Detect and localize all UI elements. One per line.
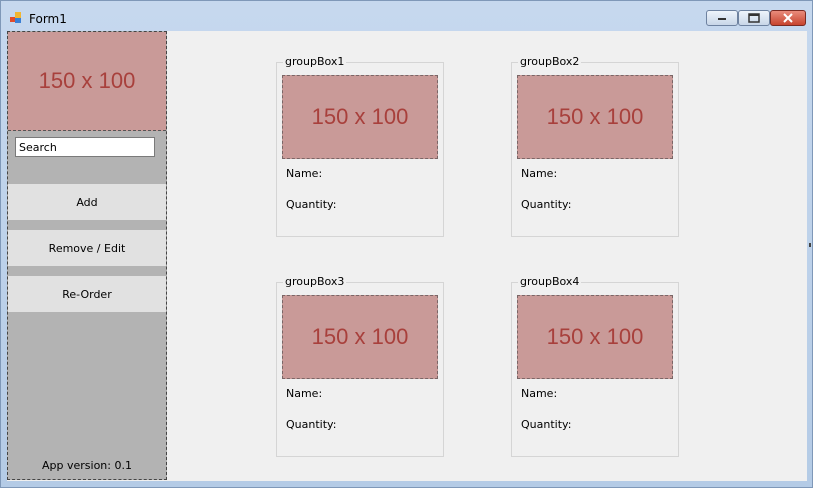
remove-edit-button[interactable]: Remove / Edit <box>8 230 166 266</box>
name-label: Name: <box>521 167 558 180</box>
maximize-icon <box>748 13 760 23</box>
form-client-area: 150 x 100 Add Remove / Edit Re-Order App… <box>7 31 807 481</box>
group-box-title: groupBox2 <box>518 55 582 68</box>
group-box-title: groupBox3 <box>283 275 347 288</box>
app-icon <box>10 12 22 24</box>
re-order-button[interactable]: Re-Order <box>8 276 166 312</box>
app-window: Form1 150 x 100 Add Remove / Edit Re-Ord… <box>0 0 813 488</box>
group-box-4: groupBox4 150 x 100 Name: Quantity: <box>511 275 679 457</box>
close-icon <box>783 13 793 23</box>
resize-grip[interactable] <box>809 243 811 247</box>
item-image-placeholder: 150 x 100 <box>282 295 438 379</box>
group-box-title: groupBox4 <box>518 275 582 288</box>
sidebar-panel: 150 x 100 Add Remove / Edit Re-Order App… <box>7 31 167 480</box>
group-box-2: groupBox2 150 x 100 Name: Quantity: <box>511 55 679 237</box>
app-version-label: App version: 0.1 <box>42 459 132 472</box>
logo-image-placeholder: 150 x 100 <box>8 32 166 131</box>
quantity-label: Quantity: <box>286 198 337 211</box>
add-button[interactable]: Add <box>8 184 166 220</box>
group-box-3: groupBox3 150 x 100 Name: Quantity: <box>276 275 444 457</box>
minimize-icon <box>718 18 726 20</box>
name-label: Name: <box>521 387 558 400</box>
name-label: Name: <box>286 387 323 400</box>
group-box-1: groupBox1 150 x 100 Name: Quantity: <box>276 55 444 237</box>
title-bar[interactable]: Form1 <box>1 1 812 31</box>
close-button[interactable] <box>770 10 806 26</box>
quantity-label: Quantity: <box>521 198 572 211</box>
maximize-button[interactable] <box>738 10 770 26</box>
item-image-placeholder: 150 x 100 <box>517 295 673 379</box>
name-label: Name: <box>286 167 323 180</box>
group-box-title: groupBox1 <box>283 55 347 68</box>
quantity-label: Quantity: <box>286 418 337 431</box>
item-image-placeholder: 150 x 100 <box>282 75 438 159</box>
window-title: Form1 <box>29 12 67 26</box>
item-image-placeholder: 150 x 100 <box>517 75 673 159</box>
search-input[interactable] <box>15 137 155 157</box>
minimize-button[interactable] <box>706 10 738 26</box>
quantity-label: Quantity: <box>521 418 572 431</box>
